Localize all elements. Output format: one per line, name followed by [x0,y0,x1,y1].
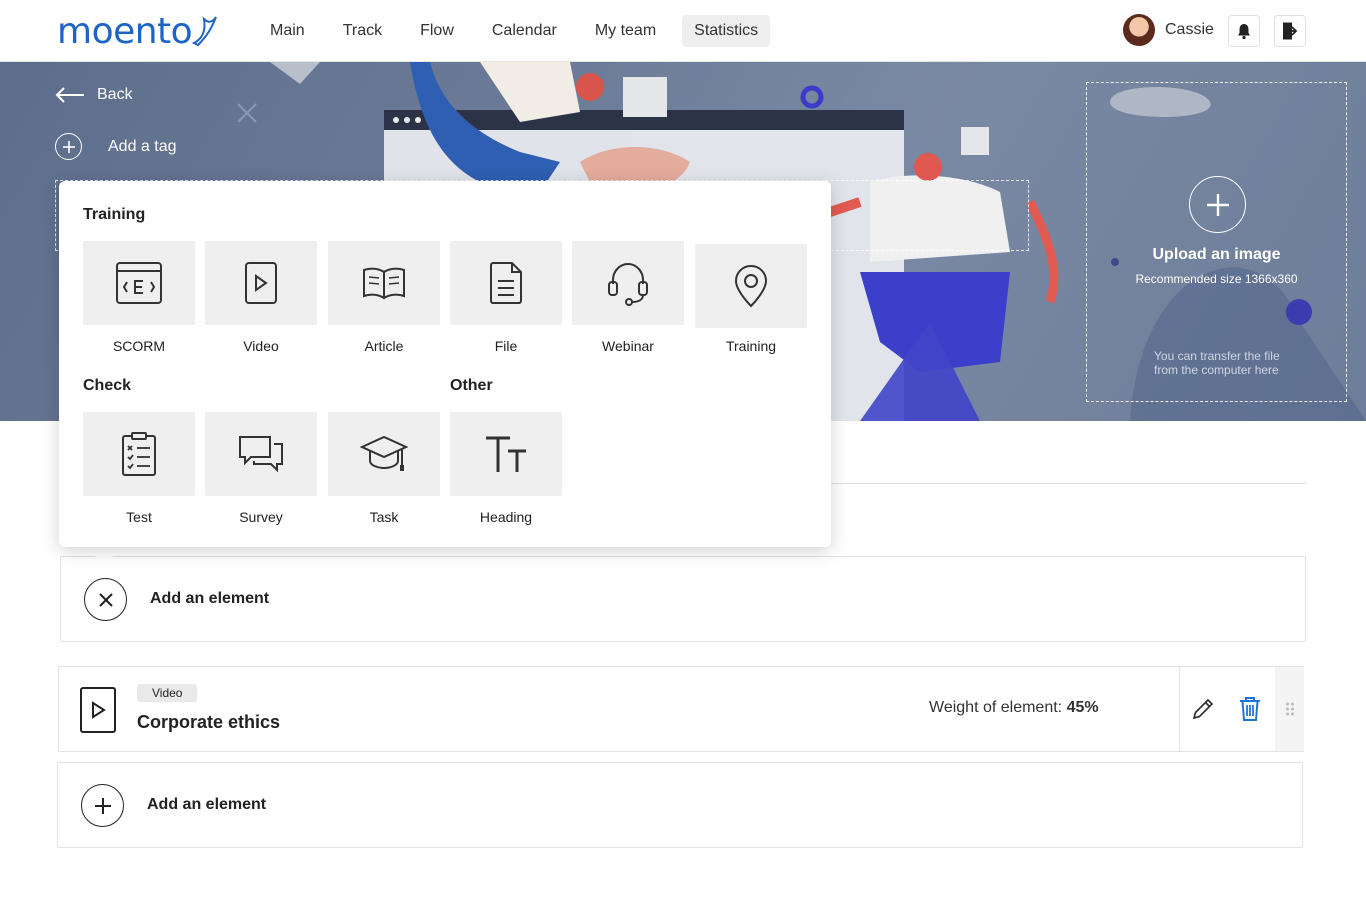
chat-bubbles-icon [239,436,283,473]
tile-box [328,412,440,496]
close-add-element-button[interactable] [84,578,127,621]
edit-button[interactable] [1189,695,1217,728]
upload-image-dropzone[interactable]: Upload an image Recommended size 1366x36… [1086,82,1347,402]
logo[interactable]: moento [57,8,218,54]
add-element-bottom-label: Add an element [147,796,267,813]
upload-plus-icon [1189,176,1246,233]
section-training-title: Training [83,206,146,223]
top-header: moento Main Track Flow Calendar My team … [0,0,1366,62]
tile-box [328,241,440,325]
add-tag-button[interactable]: Add a tag [55,133,177,160]
back-link[interactable]: Back [55,86,133,104]
divider [831,483,1307,484]
weight-value: 45% [1066,699,1099,716]
tile-box [205,412,317,496]
book-icon [363,267,405,300]
tile-video[interactable]: Video [205,241,317,354]
video-icon [80,687,116,733]
tile-task[interactable]: Task [328,412,440,525]
bird-icon [192,16,218,47]
user-name: Cassie [1165,21,1214,38]
add-element-bottom[interactable]: Add an element [57,762,1303,848]
add-tag-label: Add a tag [108,137,177,155]
element-weight: Weight of element: 45% [929,699,1099,717]
tile-box [205,241,317,325]
user-menu[interactable]: Cassie [1123,14,1214,46]
nav-main[interactable]: Main [258,15,317,47]
add-element-label: Add an element [150,590,270,607]
logo-text: moento [57,10,193,52]
tile-training[interactable]: Training [695,244,807,354]
tile-box [450,412,562,496]
nav-my-team[interactable]: My team [583,15,668,47]
element-title[interactable]: Corporate ethics [137,712,280,733]
tile-label: File [494,338,518,354]
tile-label: Training [725,338,777,354]
pencil-icon [1192,698,1214,720]
nav-calendar[interactable]: Calendar [480,15,569,47]
tile-label: Video [243,338,279,354]
avatar [1123,14,1155,46]
tile-heading[interactable]: Heading [450,412,562,525]
checklist-icon [122,432,156,476]
tile-label: Task [369,509,399,525]
element-type-popover: Training SCORM Video Article File Webina… [59,181,831,547]
element-card[interactable]: Video Corporate ethics Weight of element… [58,666,1304,752]
upload-subtitle: Recommended size 1366x360 [1135,272,1298,286]
arrow-left-icon [55,87,84,103]
bell-icon [1238,24,1250,40]
file-icon [490,262,522,304]
popover-arrow [86,546,122,566]
element-type-badge: Video [137,684,198,702]
section-check-title: Check [83,377,132,394]
nav-flow[interactable]: Flow [408,15,466,47]
tile-box [695,244,807,328]
delete-button[interactable] [1237,695,1263,728]
plus-icon [94,797,111,814]
back-label: Back [97,86,133,103]
text-heading-icon [486,436,526,472]
tile-survey[interactable]: Survey [205,412,317,525]
tile-scorm[interactable]: SCORM [83,241,195,354]
tile-label: Test [126,509,152,525]
location-pin-icon [734,264,768,308]
add-element-button[interactable] [81,784,124,827]
headset-icon [608,262,648,306]
close-icon [98,592,113,607]
add-element-panel-open[interactable]: Add an element [60,556,1306,642]
nav-track[interactable]: Track [331,15,394,47]
tile-label: Article [364,338,404,354]
tile-file[interactable]: File [450,241,562,354]
nav-statistics[interactable]: Statistics [682,15,771,47]
upload-title: Upload an image [1152,246,1281,263]
upload-hint: You can transfer the file from the compu… [1154,349,1280,377]
tile-box [450,241,562,325]
tile-box [83,412,195,496]
tile-label: Survey [239,509,283,525]
tile-box [83,241,195,325]
weight-label: Weight of element: [929,699,1063,716]
scorm-icon [116,262,162,304]
drag-handle[interactable] [1275,667,1304,751]
logout-button[interactable] [1274,15,1306,47]
card-divider [1179,667,1180,751]
tile-box [572,241,684,325]
tile-label: SCORM [112,338,166,354]
graduation-cap-icon [360,435,408,471]
tile-test[interactable]: Test [83,412,195,525]
tile-label: Heading [479,509,533,525]
tile-webinar[interactable]: Webinar [572,241,684,354]
drag-dots-icon [1285,702,1294,716]
tile-label: Webinar [602,338,654,354]
tile-article[interactable]: Article [328,241,440,354]
video-icon [245,262,277,304]
trash-icon [1240,697,1260,721]
main-nav: Main Track Flow Calendar My team Statist… [258,15,784,47]
logout-icon [1283,22,1298,40]
section-other-title: Other [450,377,493,394]
plus-circle-icon [55,133,82,160]
notifications-button[interactable] [1228,15,1260,47]
